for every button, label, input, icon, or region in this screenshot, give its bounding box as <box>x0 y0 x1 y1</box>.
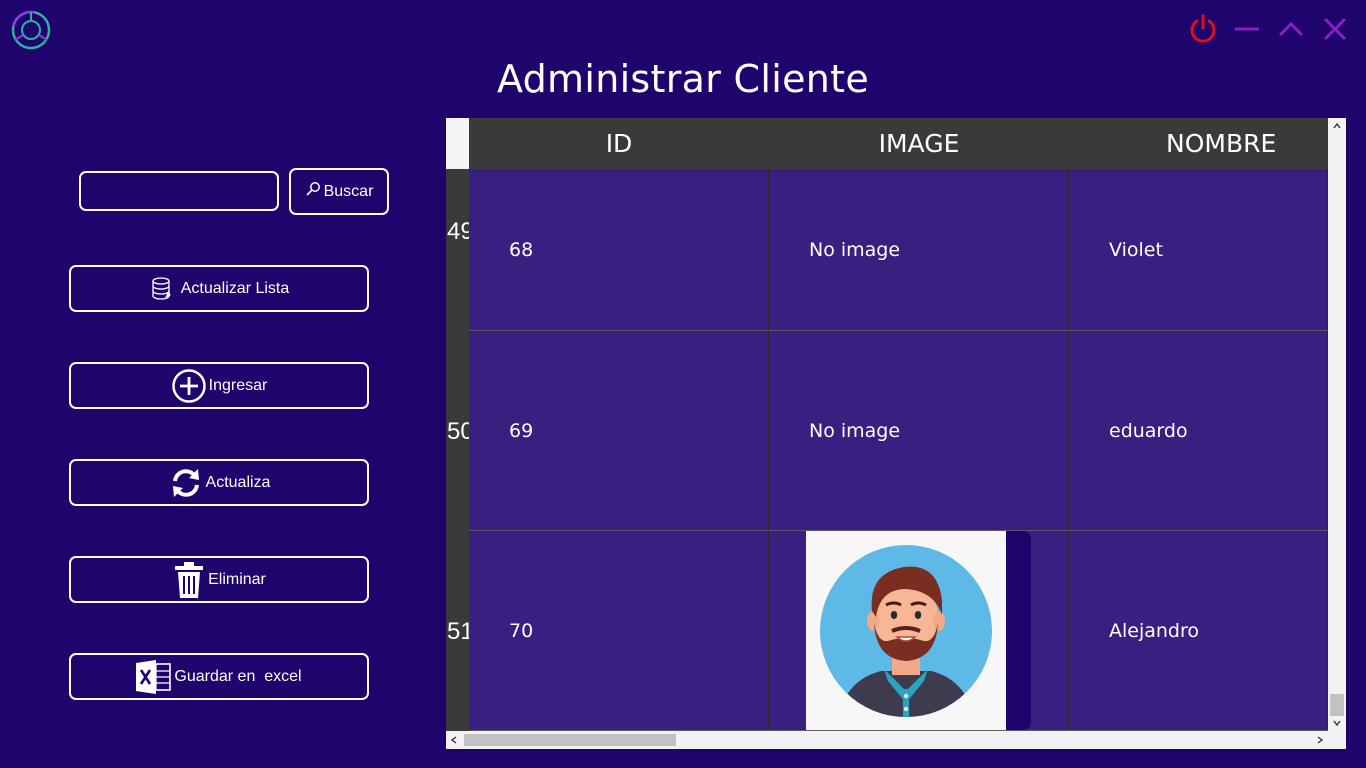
cell-image[interactable]: No image <box>769 169 1069 331</box>
refresh-icon <box>168 465 204 501</box>
actualiza-label: Actualiza <box>205 473 271 491</box>
plus-circle-icon <box>171 368 207 404</box>
trash-icon <box>172 561 206 599</box>
vertical-scroll-thumb[interactable] <box>1330 694 1344 716</box>
row-number: 51 <box>447 618 469 645</box>
guardar-excel-button[interactable]: Guardar en excel <box>69 653 369 700</box>
power-icon[interactable] <box>1186 12 1220 46</box>
search-button[interactable]: Buscar <box>289 168 389 215</box>
grid-corner <box>446 118 469 169</box>
scroll-down-icon[interactable] <box>1328 715 1346 731</box>
search-input[interactable] <box>79 171 279 211</box>
horizontal-scroll-thumb[interactable] <box>464 734 676 746</box>
actualizar-lista-button[interactable]: Actualizar Lista <box>69 265 369 312</box>
row-number: 49 <box>447 218 469 245</box>
row-header-column: 49 50 51 <box>446 118 469 731</box>
column-header-id[interactable]: ID <box>469 118 769 169</box>
eliminar-label: Eliminar <box>208 570 266 588</box>
scrollbar-corner <box>1328 731 1346 749</box>
row-number: 50 <box>447 418 469 445</box>
window-controls <box>1186 12 1352 46</box>
guardar-excel-label: Guardar en excel <box>174 667 302 685</box>
vertical-scrollbar[interactable] <box>1328 118 1346 731</box>
minimize-icon[interactable] <box>1230 12 1264 46</box>
cell-nombre[interactable]: Alejandro <box>1069 531 1328 731</box>
maximize-icon[interactable] <box>1274 12 1308 46</box>
cell-id[interactable]: 69 <box>469 331 769 531</box>
avatar-man-icon <box>806 531 1006 730</box>
horizontal-scrollbar[interactable] <box>446 731 1328 749</box>
cell-id[interactable]: 68 <box>469 169 769 331</box>
cell-image[interactable] <box>769 531 1069 731</box>
excel-icon <box>136 659 172 694</box>
cell-nombre[interactable]: Violet <box>1069 169 1328 331</box>
scroll-right-icon[interactable] <box>1312 731 1328 749</box>
close-icon[interactable] <box>1318 12 1352 46</box>
cell-nombre[interactable]: eduardo <box>1069 331 1328 531</box>
actualizar-lista-label: Actualizar Lista <box>180 279 290 297</box>
column-header-nombre[interactable]: NOMBRE <box>1069 118 1328 169</box>
eliminar-button[interactable]: Eliminar <box>69 556 369 603</box>
column-header-image[interactable]: IMAGE <box>769 118 1069 169</box>
app-logo-icon <box>10 9 52 51</box>
scroll-up-icon[interactable] <box>1328 118 1346 134</box>
cell-id[interactable]: 70 <box>469 531 769 731</box>
ingresar-label: Ingresar <box>208 376 268 394</box>
cell-image[interactable]: No image <box>769 331 1069 531</box>
page-title: Administrar Cliente <box>496 57 870 101</box>
actualiza-button[interactable]: Actualiza <box>69 459 369 506</box>
clients-grid: 49 50 51 ID IMAGE NOMBRE 68 No image Vio… <box>446 118 1346 749</box>
database-icon <box>149 276 175 302</box>
ingresar-button[interactable]: Ingresar <box>69 362 369 409</box>
scroll-left-icon[interactable] <box>446 731 462 749</box>
search-button-label: Buscar <box>323 182 374 200</box>
search-icon <box>305 181 321 202</box>
